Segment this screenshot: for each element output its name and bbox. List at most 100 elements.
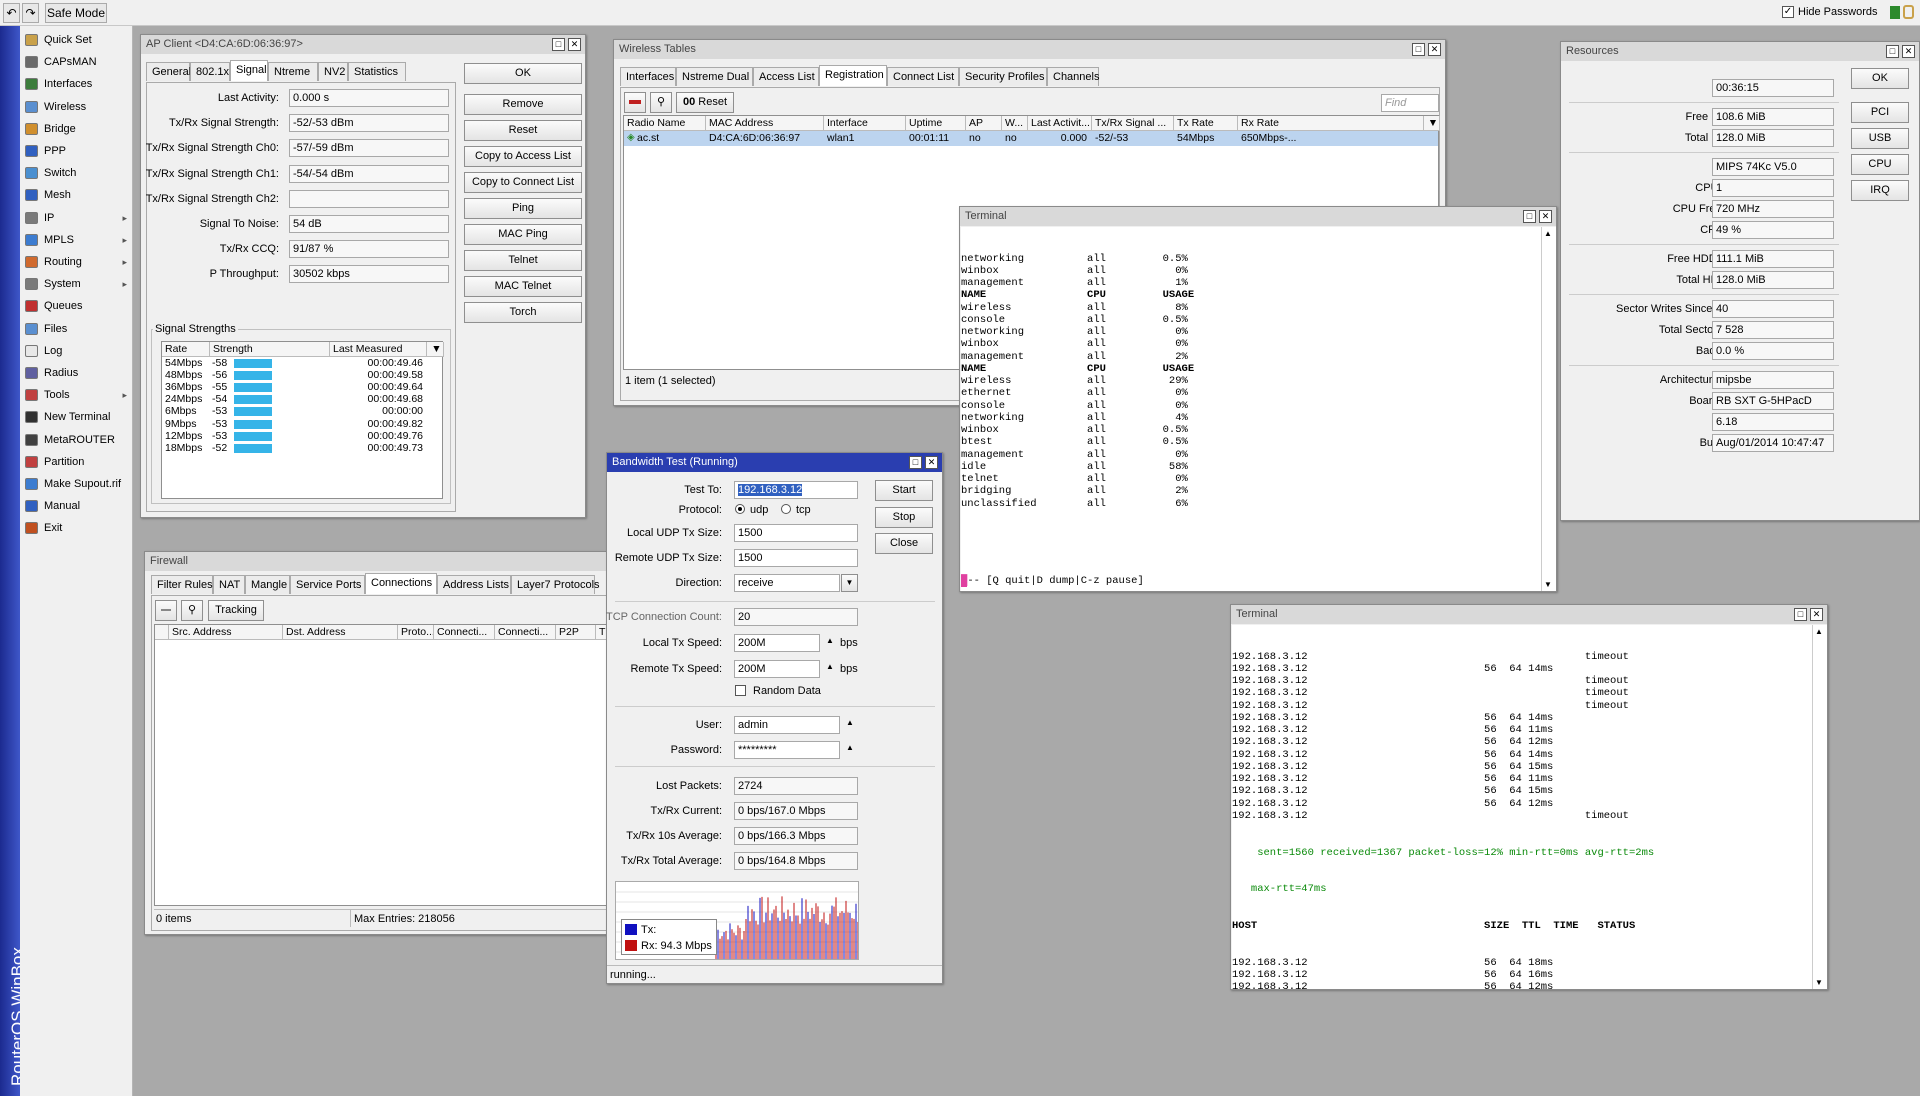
menu-item-make-supout-rif[interactable]: Make Supout.rif [20, 473, 133, 495]
remove-icon[interactable] [624, 92, 646, 113]
tab-channels[interactable]: Channels [1047, 67, 1099, 86]
column-header[interactable]: Tx Rate [1174, 116, 1238, 131]
close-icon[interactable]: ✕ [1428, 43, 1441, 56]
menu-item-capsman[interactable]: CAPsMAN [20, 51, 133, 73]
maximize-icon[interactable]: □ [552, 38, 565, 51]
collapse-icon[interactable]: ▲ [846, 743, 854, 752]
user-input[interactable]: admin [734, 716, 840, 734]
redo-icon[interactable]: ↷ [22, 3, 39, 23]
button-pci[interactable]: PCI [1851, 102, 1909, 123]
menu-item-routing[interactable]: Routing ▸ [20, 251, 133, 273]
tab-service-ports[interactable]: Service Ports [290, 575, 365, 594]
remote-tx-speed-input[interactable]: 200M [734, 660, 820, 678]
remove-icon[interactable] [155, 600, 177, 621]
close-icon[interactable]: ✕ [1902, 45, 1915, 58]
remote-udp-size-input[interactable]: 1500 [734, 549, 858, 567]
menu-item-exit[interactable]: Exit [20, 517, 133, 539]
table-row[interactable]: 36Mbps -55 00:00:49.64 [162, 381, 427, 393]
tab-nv2[interactable]: NV2 [318, 62, 348, 81]
safe-mode-button[interactable]: Safe Mode [45, 3, 107, 23]
column-header[interactable]: Rate [162, 342, 210, 357]
tab-connections[interactable]: Connections [365, 573, 437, 594]
button-ok[interactable]: OK [1851, 68, 1909, 89]
tab-ntreme[interactable]: Ntreme [268, 62, 318, 81]
button-mac-ping[interactable]: MAC Ping [464, 224, 582, 245]
menu-item-bridge[interactable]: Bridge [20, 118, 133, 140]
table-row[interactable]: 48Mbps -56 00:00:49.58 [162, 369, 427, 381]
tab-access-list[interactable]: Access List [753, 67, 819, 86]
column-header[interactable]: P2P [556, 625, 596, 640]
button-cpu[interactable]: CPU [1851, 154, 1909, 175]
column-header[interactable]: Src. Address [169, 625, 283, 640]
start-button[interactable]: Start [875, 480, 933, 501]
collapse-icon[interactable]: ▲ [826, 636, 834, 645]
menu-item-log[interactable]: Log [20, 340, 133, 362]
maximize-icon[interactable]: □ [1886, 45, 1899, 58]
maximize-icon[interactable]: □ [1523, 210, 1536, 223]
column-header[interactable]: Dst. Address [283, 625, 398, 640]
button-copy-to-access-list[interactable]: Copy to Access List [464, 146, 582, 167]
tab-nat[interactable]: NAT [213, 575, 245, 594]
test-to-input[interactable]: 192.168.3.12 [734, 481, 858, 499]
column-header[interactable]: AP [966, 116, 1002, 131]
tab-filter-rules[interactable]: Filter Rules [151, 575, 213, 594]
menu-item-metarouter[interactable]: MetaROUTER [20, 429, 133, 451]
tab-address-lists[interactable]: Address Lists [437, 575, 511, 594]
table-row[interactable]: ac.st D4:CA:6D:06:36:97 wlan1 00:01:11 no no 0… [624, 131, 1438, 146]
tab-general[interactable]: General [146, 62, 191, 81]
column-menu-icon[interactable]: ▼ [427, 342, 444, 357]
tab-interfaces[interactable]: Interfaces [620, 67, 676, 86]
menu-item-wireless[interactable]: Wireless [20, 96, 133, 118]
menu-item-tools[interactable]: Tools ▸ [20, 384, 133, 406]
menu-item-partition[interactable]: Partition [20, 451, 133, 473]
column-header[interactable]: Last Activit... [1028, 116, 1092, 131]
button-ping[interactable]: Ping [464, 198, 582, 219]
menu-item-switch[interactable]: Switch [20, 162, 133, 184]
table-row[interactable]: 54Mbps -58 00:00:49.46 [162, 357, 427, 369]
close-icon[interactable]: ✕ [1810, 608, 1823, 621]
column-header[interactable]: Tx/Rx Signal ... [1092, 116, 1174, 131]
button-reset[interactable]: Reset [464, 120, 582, 141]
menu-item-new-terminal[interactable]: New Terminal [20, 406, 133, 428]
maximize-icon[interactable]: □ [1412, 43, 1425, 56]
menu-item-radius[interactable]: Radius [20, 362, 133, 384]
column-header[interactable]: Uptime [906, 116, 966, 131]
menu-item-files[interactable]: Files [20, 318, 133, 340]
menu-item-manual[interactable]: Manual [20, 495, 133, 517]
find-input[interactable]: Find [1381, 94, 1439, 112]
collapse-icon[interactable]: ▲ [826, 662, 834, 671]
menu-item-quick-set[interactable]: Quick Set [20, 29, 133, 51]
column-header[interactable]: Last Measured [330, 342, 427, 357]
reset-button[interactable]: 00 Reset [676, 92, 734, 113]
button-torch[interactable]: Torch [464, 302, 582, 323]
table-row[interactable]: 12Mbps -53 00:00:49.76 [162, 430, 427, 442]
terminal-output[interactable]: networking all 0.5% winbox all 0% manageme… [961, 227, 1541, 591]
button-telnet[interactable]: Telnet [464, 250, 582, 271]
direction-select[interactable]: receive [734, 574, 840, 592]
column-header[interactable]: Connecti... [495, 625, 556, 640]
udp-radio[interactable] [735, 504, 745, 514]
table-row[interactable]: 24Mbps -54 00:00:49.68 [162, 393, 427, 405]
menu-item-queues[interactable]: Queues [20, 295, 133, 317]
local-udp-size-input[interactable]: 1500 [734, 524, 858, 542]
table-row[interactable]: 18Mbps -52 00:00:49.73 [162, 442, 427, 454]
button-usb[interactable]: USB [1851, 128, 1909, 149]
tab-802-1x[interactable]: 802.1x [190, 62, 230, 81]
tab-nstreme-dual[interactable]: Nstreme Dual [676, 67, 753, 86]
local-tx-speed-input[interactable]: 200M [734, 634, 820, 652]
column-header[interactable]: Proto... [398, 625, 434, 640]
tcp-count-input[interactable]: 20 [734, 608, 858, 626]
column-menu-icon[interactable]: ▼ [1424, 116, 1440, 131]
menu-item-ip[interactable]: IP ▸ [20, 207, 133, 229]
stop-button[interactable]: Stop [875, 507, 933, 528]
column-header[interactable]: Interface [824, 116, 906, 131]
menu-item-ppp[interactable]: PPP [20, 140, 133, 162]
close-icon[interactable]: ✕ [568, 38, 581, 51]
close-button[interactable]: Close [875, 533, 933, 554]
column-header[interactable]: Strength [210, 342, 330, 357]
button-irq[interactable]: IRQ [1851, 180, 1909, 201]
tab-registration[interactable]: Registration [819, 65, 887, 86]
maximize-icon[interactable]: □ [909, 456, 922, 469]
column-header[interactable]: Radio Name [624, 116, 706, 131]
button-copy-to-connect-list[interactable]: Copy to Connect List [464, 172, 582, 193]
